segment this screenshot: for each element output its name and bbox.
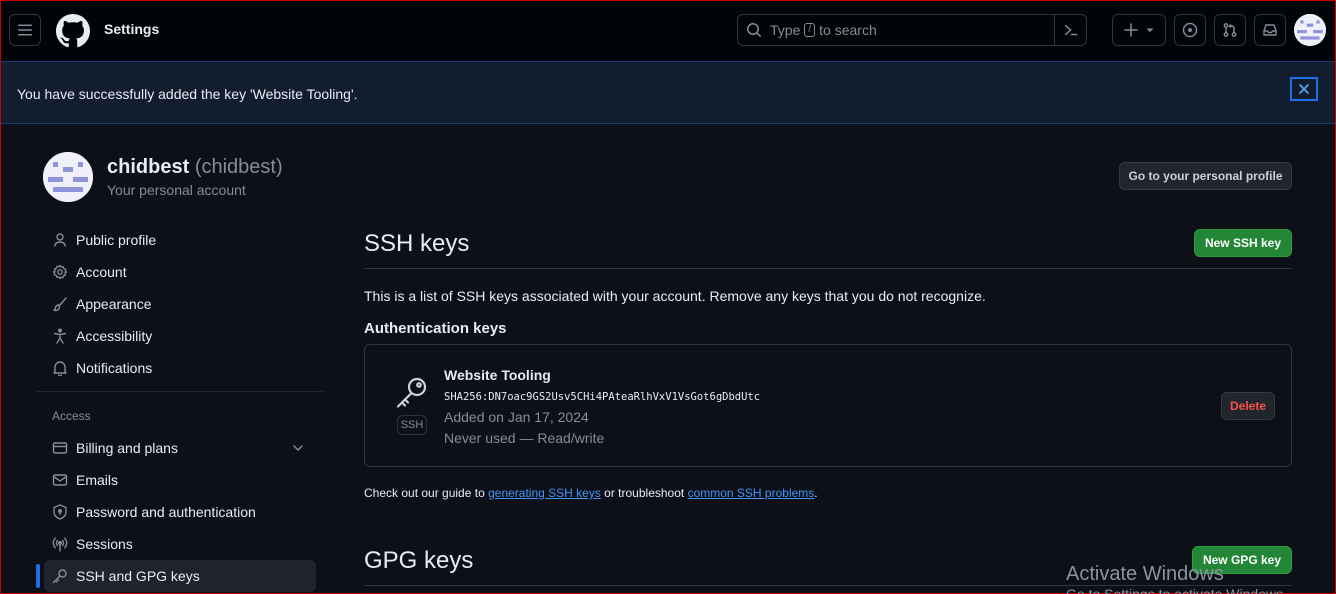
active-indicator [36, 564, 40, 588]
sidebar-item-sessions[interactable]: Sessions [44, 528, 316, 560]
sidebar-item-label: Notifications [76, 360, 153, 376]
username: (chidbest) [194, 156, 283, 178]
sidebar-item-label: Emails [76, 472, 119, 488]
guide-pre: Check out our guide to [364, 486, 485, 500]
issues-button[interactable] [1174, 14, 1206, 46]
sidebar-item-label: Billing and plans [76, 440, 178, 456]
command-palette-button[interactable] [1054, 15, 1086, 45]
common-ssh-problems-link[interactable]: common SSH problems [688, 486, 815, 500]
sidebar-item-label: SSH and GPG keys [76, 568, 200, 584]
sidebar-item-label: Accessibility [76, 328, 153, 344]
pull-requests-button[interactable] [1214, 14, 1246, 46]
chevron-down-icon[interactable] [290, 440, 306, 456]
delete-key-button[interactable]: Delete [1221, 392, 1275, 420]
sidebar-item-notifications[interactable]: Notifications [44, 352, 316, 384]
key-title: Website Tooling [444, 367, 551, 383]
sidebar-item-label: Public profile [76, 232, 157, 248]
person-icon [53, 233, 67, 247]
user-avatar-button[interactable] [1294, 14, 1326, 46]
key-usage-status: Never used — Read/write [444, 430, 605, 446]
mail-icon [52, 474, 68, 486]
generating-ssh-keys-link[interactable]: generating SSH keys [488, 486, 601, 500]
sidebar-section-access: Access [52, 409, 91, 423]
create-new-button[interactable] [1112, 14, 1166, 46]
heading-divider [364, 268, 1292, 269]
guide-post: . [814, 486, 818, 500]
top-header: Settings Type / to search [1, 1, 1335, 61]
sidebar-item-ssh-gpg-keys[interactable]: SSH and GPG keys [44, 560, 316, 592]
close-icon [1299, 84, 1309, 94]
sidebar-item-label: Sessions [76, 536, 133, 552]
sidebar-item-password-auth[interactable]: Password and authentication [44, 496, 316, 528]
search-input[interactable]: Type / to search [737, 14, 1087, 46]
identicon-avatar-icon [1294, 14, 1326, 46]
inbox-icon [1263, 24, 1277, 36]
ssh-key-list-item [364, 344, 1292, 467]
sidebar-item-appearance[interactable]: Appearance [44, 288, 316, 320]
broadcast-icon [52, 537, 68, 552]
dismiss-flash-button[interactable] [1290, 77, 1318, 101]
accessibility-icon [53, 328, 67, 344]
sidebar-item-accessibility[interactable]: Accessibility [44, 320, 316, 352]
shield-lock-icon [53, 504, 67, 520]
git-pull-request-icon [1223, 23, 1237, 37]
key-icon [52, 569, 67, 584]
sidebar-item-public-profile[interactable]: Public profile [44, 224, 316, 256]
page-context-title: Settings [104, 21, 160, 37]
credit-card-icon [52, 442, 68, 454]
search-placeholder-pre: Type [770, 22, 801, 38]
sidebar-item-billing[interactable]: Billing and plans [44, 432, 316, 464]
gear-icon [52, 264, 68, 280]
sidebar-item-emails[interactable]: Emails [44, 464, 316, 496]
search-shortcut-key: / [804, 23, 816, 37]
bell-icon [53, 361, 67, 376]
ssh-description: This is a list of SSH keys associated wi… [364, 288, 986, 304]
caret-down-icon [1146, 28, 1154, 32]
flash-message: You have successfully added the key 'Web… [17, 86, 358, 102]
plus-icon [1124, 23, 1138, 37]
key-added-date: Added on Jan 17, 2024 [444, 409, 589, 425]
github-logo-icon[interactable] [56, 14, 90, 48]
menu-button[interactable] [9, 14, 41, 46]
key-type-label: SSH [397, 415, 427, 435]
ssh-keys-heading: SSH keys [364, 230, 470, 257]
inbox-button[interactable] [1254, 14, 1286, 46]
issue-opened-icon [1182, 22, 1198, 38]
sidebar-divider [36, 391, 323, 392]
sidebar-item-label: Account [76, 264, 127, 280]
identicon-avatar-icon [43, 152, 93, 202]
activate-windows-title: Activate Windows [1066, 563, 1224, 585]
sidebar-item-account[interactable]: Account [44, 256, 316, 288]
hamburger-icon [18, 24, 32, 36]
account-subtitle: Your personal account [107, 182, 246, 198]
profile-name: chidbest (chidbest) [107, 156, 283, 179]
sidebar-item-label: Password and authentication [76, 504, 256, 520]
ssh-guide-text: Check out our guide to generating SSH ke… [364, 486, 818, 500]
search-icon [747, 23, 762, 38]
key-fingerprint: SHA256:DN7oac9GS2Usv5CHi4PAteaRlhVxV1VsG… [444, 391, 761, 403]
terminal-icon [1064, 24, 1077, 36]
success-flash-banner: You have successfully added the key 'Web… [1, 61, 1335, 124]
go-to-profile-button[interactable]: Go to your personal profile [1119, 162, 1292, 190]
search-placeholder-post: to search [819, 22, 877, 38]
activate-windows-subtitle: Go to Settings to activate Windows. [1066, 586, 1287, 594]
gpg-keys-heading: GPG keys [364, 547, 474, 574]
new-ssh-key-button[interactable]: New SSH key [1194, 229, 1292, 257]
paintbrush-icon [53, 297, 67, 312]
sidebar-item-label: Appearance [76, 296, 152, 312]
display-name[interactable]: chidbest [107, 156, 189, 178]
key-icon [396, 377, 427, 408]
profile-avatar [43, 152, 93, 202]
authentication-keys-heading: Authentication keys [364, 320, 507, 337]
guide-mid: or troubleshoot [604, 486, 685, 500]
